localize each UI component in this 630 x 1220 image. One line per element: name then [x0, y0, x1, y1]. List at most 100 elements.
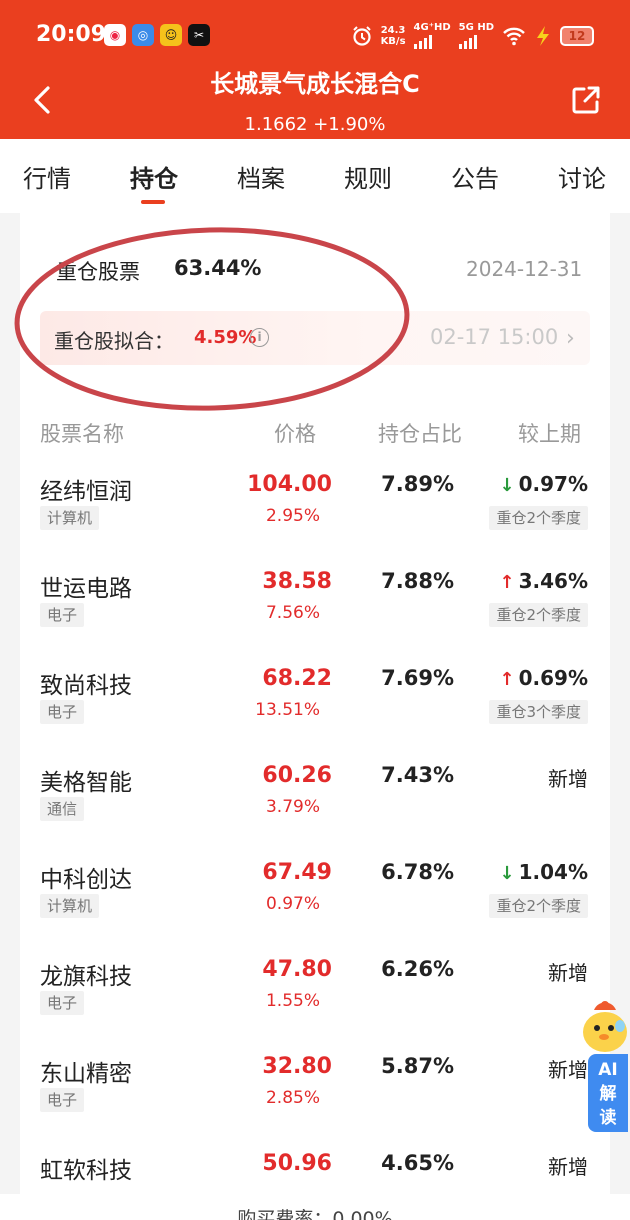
tab-bar: 行情 持仓 档案 规则 公告 讨论: [0, 139, 630, 213]
heavy-holdings-label: 重仓股票: [56, 260, 140, 284]
table-row[interactable]: 龙旗科技 电子 47.80 1.55% 6.26% 新增: [0, 943, 630, 1040]
stock-price: 47.80: [262, 957, 332, 982]
holding-weight: 4.65%: [381, 1151, 454, 1175]
table-row[interactable]: 美格智能 通信 60.26 3.79% 7.43% 新增: [0, 749, 630, 846]
status-right: 24.3 KB/s 4G⁺HD 5G HD 12: [351, 22, 594, 49]
stock-change-pct: 2.95%: [265, 506, 320, 526]
tab-announcements[interactable]: 公告: [451, 159, 499, 194]
chevron-right-icon[interactable]: ›: [566, 326, 575, 351]
period-change: ↑ 0.69%: [499, 666, 588, 690]
quarters-tag: 重仓2个季度: [489, 603, 588, 627]
ai-interpret-widget[interactable]: AI 解 读: [576, 996, 630, 1136]
industry-tag: 电子: [40, 700, 85, 724]
tab-rules[interactable]: 规则: [344, 159, 392, 194]
period-change: ↑ 3.46%: [499, 569, 588, 593]
wifi-icon: [503, 27, 525, 45]
table-row[interactable]: 世运电路 电子 38.58 7.56% 7.88% ↑ 3.46% 重仓2个季度: [0, 555, 630, 652]
stock-change-pct: 1.55%: [265, 991, 320, 1011]
fund-title: 长城景气成长混合C: [210, 70, 420, 98]
period-change: 新增: [548, 767, 588, 791]
quarters-tag: 重仓3个季度: [489, 700, 588, 724]
period-change: ↓ 1.04%: [499, 860, 588, 884]
ai-interpret-button[interactable]: AI 解 读: [588, 1054, 628, 1132]
stock-change-pct: 7.56%: [265, 603, 320, 623]
holding-weight: 7.69%: [381, 666, 454, 690]
stock-name: 东山精密: [40, 1061, 132, 1087]
period-change: 新增: [548, 961, 588, 985]
arrow-up-icon: ↑: [499, 572, 515, 593]
info-icon[interactable]: i: [250, 328, 269, 347]
holding-weight: 6.26%: [381, 957, 454, 981]
tab-market[interactable]: 行情: [23, 159, 71, 194]
table-row[interactable]: 中科创达 计算机 67.49 0.97% 6.78% ↓ 1.04% 重仓2个季度: [0, 846, 630, 943]
tab-holdings[interactable]: 持仓: [130, 159, 178, 194]
industry-tag: 电子: [40, 603, 85, 627]
col-header-change: 较上期: [518, 422, 581, 446]
holding-weight: 7.88%: [381, 569, 454, 593]
stock-price: 32.80: [262, 1054, 332, 1079]
arrow-up-icon: ↑: [499, 669, 515, 690]
report-date: 2024-12-31: [466, 257, 583, 281]
period-change: 新增: [548, 1155, 588, 1179]
fit-label: 重仓股拟合：: [54, 329, 174, 353]
table-row[interactable]: 致尚科技 电子 68.22 13.51% 7.69% ↑ 0.69% 重仓3个季度: [0, 652, 630, 749]
purchase-fee: 购买费率：0.00%: [0, 1194, 630, 1220]
col-header-weight: 持仓占比: [378, 422, 462, 446]
tab-discussion[interactable]: 讨论: [558, 159, 606, 194]
industry-tag: 通信: [40, 797, 85, 821]
stock-name: 中科创达: [40, 867, 132, 893]
arrow-down-icon: ↓: [499, 863, 515, 884]
status-time: 20:09: [36, 22, 107, 47]
share-icon[interactable]: [570, 84, 602, 116]
fund-nav: 1.1662 +1.90%: [244, 114, 386, 135]
capcut-app-icon: ✂: [188, 24, 210, 46]
face-app-icon: ☺: [160, 24, 182, 46]
table-row[interactable]: 东山精密 电子 32.80 2.85% 5.87% 新增: [0, 1040, 630, 1137]
industry-tag: 计算机: [40, 506, 100, 530]
stock-change-pct: 3.79%: [265, 797, 320, 817]
heavy-holdings-value: 63.44%: [174, 256, 262, 280]
stock-name: 经纬恒润: [40, 479, 132, 505]
mascot-icon: [583, 1001, 627, 1052]
signal-1: 4G⁺HD: [413, 22, 451, 49]
col-header-price: 价格: [274, 422, 316, 446]
alarm-icon: [352, 25, 371, 46]
charging-icon: [537, 25, 549, 46]
stock-price: 68.22: [262, 666, 332, 691]
holding-weight: 7.89%: [381, 472, 454, 496]
fit-time: 02-17 15:00: [430, 325, 559, 349]
period-change: ↓ 0.97%: [499, 472, 588, 496]
industry-tag: 电子: [40, 1088, 85, 1112]
table-row[interactable]: 经纬恒润 计算机 104.00 2.95% 7.89% ↓ 0.97% 重仓2个季…: [0, 458, 630, 555]
stock-price: 38.58: [262, 569, 332, 594]
stock-name: 世运电路: [40, 576, 132, 602]
active-tab-indicator: [141, 200, 165, 204]
stock-price: 104.00: [247, 472, 332, 497]
stock-change-pct: 2.85%: [265, 1088, 320, 1108]
status-bar: 20:09 ◉ ◎ ☺ ✂ 24.3 KB/s 4G⁺HD 5G HD 12: [0, 18, 630, 54]
arrow-down-icon: ↓: [499, 475, 515, 496]
circle-app-icon: ◉: [104, 24, 126, 46]
quarters-tag: 重仓2个季度: [489, 894, 588, 918]
network-speed: 24.3 KB/s: [380, 24, 406, 47]
stock-name: 虹软科技: [40, 1158, 132, 1184]
holding-weight: 7.43%: [381, 763, 454, 787]
stock-price: 67.49: [262, 860, 332, 885]
holding-weight: 6.78%: [381, 860, 454, 884]
holding-weight: 5.87%: [381, 1054, 454, 1078]
tab-profile[interactable]: 档案: [237, 159, 285, 194]
signal-2: 5G HD: [458, 22, 494, 49]
fit-value: 4.59%: [194, 327, 257, 348]
industry-tag: 计算机: [40, 894, 100, 918]
stock-name: 龙旗科技: [40, 964, 132, 990]
top-bar: 20:09 ◉ ◎ ☺ ✂ 24.3 KB/s 4G⁺HD 5G HD 12 长城…: [0, 0, 630, 139]
quarters-tag: 重仓2个季度: [489, 506, 588, 530]
industry-tag: 电子: [40, 991, 85, 1015]
swirl-app-icon: ◎: [132, 24, 154, 46]
notification-icons: ◉ ◎ ☺ ✂: [104, 24, 210, 46]
battery-indicator: 12: [560, 25, 594, 46]
col-header-name: 股票名称: [40, 422, 124, 446]
stock-price: 50.96: [262, 1151, 332, 1176]
stock-price: 60.26: [262, 763, 332, 788]
stock-change-pct: 0.97%: [265, 894, 320, 914]
